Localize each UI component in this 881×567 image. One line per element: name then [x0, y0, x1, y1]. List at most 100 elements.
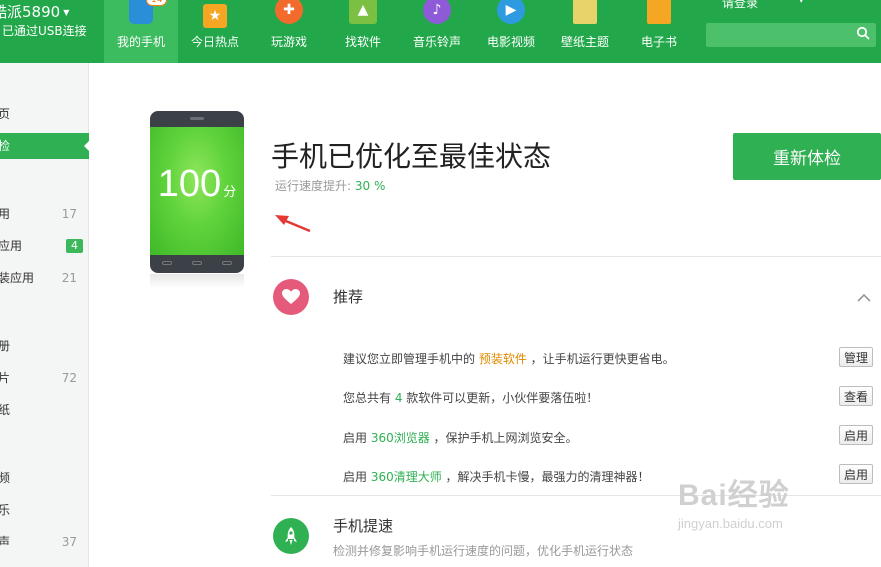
gamepad-icon: ✚ [275, 0, 303, 24]
nav-video[interactable]: ▶ 电影视频 [474, 0, 548, 63]
nav-label: 电子书 [640, 35, 677, 49]
rocket-glyph [285, 527, 297, 545]
heart-icon [273, 279, 309, 315]
sidebar-item-wallpapers[interactable]: 纸 [0, 397, 89, 423]
sidebar-item-update-apps[interactable]: 应用 4 [0, 233, 89, 259]
search-icon[interactable] [856, 26, 870, 40]
recommend-row: 建议您立即管理手机中的 预装软件 ，让手机运行更快更省电。 [343, 350, 675, 367]
music-icon: ♪ [423, 0, 451, 24]
sidebar-item-label: 册 [0, 339, 11, 353]
notification-badge: 14 [146, 0, 168, 6]
browser-link[interactable]: 360浏览器 [371, 431, 430, 445]
row-text: ，让手机运行更快更省电。 [526, 352, 675, 366]
view-button[interactable]: 查看 [839, 386, 873, 406]
sidebar-item-label: 频 [0, 471, 11, 485]
speedup-title: 手机提速 [333, 517, 394, 535]
enable-browser-button[interactable]: 启用 [839, 425, 873, 445]
phone-score-graphic: 100 分 [150, 111, 244, 273]
login-link[interactable]: 请登录 [722, 0, 758, 11]
chevron-up-icon[interactable] [857, 293, 871, 303]
home-key-icon [192, 261, 202, 265]
menu-icon[interactable]: ▾ [798, 0, 817, 7]
phone-screen: 100 分 [150, 127, 244, 255]
cleaner-link[interactable]: 360清理大师 [371, 470, 442, 484]
recheck-button[interactable]: 重新体检 [733, 133, 881, 180]
row-text: ，解决手机卡慢，最强力的清理神器！ [441, 470, 650, 484]
nav-label: 壁纸主题 [560, 35, 609, 49]
row-text: 建议您立即管理手机中的 [343, 352, 479, 366]
star-icon: ★ [203, 4, 227, 28]
minimize-icon[interactable]: − [817, 0, 840, 7]
sidebar-item-count: 21 [61, 271, 77, 285]
device-name[interactable]: 酷派5890▼ [0, 1, 69, 22]
baidu-jingyan-watermark: Bai经验 jingyan.baidu.com [678, 470, 790, 531]
recommend-row: 您总共有 4 款软件可以更新，小伙伴要落伍啦！ [343, 389, 598, 406]
sidebar-item-label: 应用 [0, 239, 23, 253]
sidebar-item-checkup[interactable]: 检 [0, 133, 90, 159]
rocket-icon [273, 518, 309, 554]
watermark-url: jingyan.baidu.com [678, 516, 783, 531]
nav-today-hot[interactable]: ★ 今日热点 [178, 0, 252, 63]
nav-software[interactable]: ▲ 找软件 [326, 0, 400, 63]
sidebar-item-count: 72 [61, 371, 77, 385]
sidebar-item-music[interactable]: 乐 [0, 497, 89, 523]
top-navigation-bar: 酷派5890▼ 已通过USB连接 14 我的手机 ★ 今日热点 ✚ 玩游戏 ▲ … [0, 0, 881, 63]
row-text: ，保护手机上网浏览安全。 [429, 431, 578, 445]
row-text: 您总共有 [343, 391, 395, 405]
nav-label: 玩游戏 [270, 35, 307, 49]
speed-label: 运行速度提升: [275, 179, 352, 193]
sidebar: 页 检 用 17 应用 4 装应用 21 册 片 72 纸 频 乐 声 37 [0, 63, 90, 567]
nav-games[interactable]: ✚ 玩游戏 [252, 0, 326, 63]
phone-reflection [150, 274, 244, 288]
sidebar-item-label: 装应用 [0, 271, 35, 285]
phone-speaker [190, 117, 204, 120]
sidebar-item-videos[interactable]: 频 [0, 465, 89, 491]
sidebar-item-ringtones[interactable]: 声 37 [0, 529, 89, 555]
nav-wallpaper[interactable]: 壁纸主题 [548, 0, 622, 63]
sidebar-item-photos[interactable]: 片 72 [0, 365, 89, 391]
chevron-down-icon: ▼ [63, 8, 70, 17]
checkup-headline: 手机已优化至最佳状态 [271, 140, 552, 173]
sidebar-item-label: 乐 [0, 503, 11, 517]
recommend-title: 推荐 [333, 288, 364, 306]
book-icon [647, 0, 671, 24]
nav-label: 音乐铃声 [412, 35, 461, 49]
score-unit: 分 [223, 184, 237, 199]
checkup-score: 100 分 [150, 163, 244, 206]
score-value: 100 [157, 163, 222, 205]
sidebar-item-label: 页 [0, 107, 11, 121]
sidebar-item-home[interactable]: 页 [0, 101, 89, 127]
sidebar-item-count: 17 [61, 207, 77, 221]
nav-label: 电影视频 [486, 35, 535, 49]
speed-improvement: 运行速度提升: 30 % [275, 177, 385, 194]
connection-status: 已通过USB连接 [2, 24, 87, 38]
nav-label: 我的手机 [116, 35, 165, 49]
sidebar-item-contacts[interactable]: 册 [0, 333, 89, 359]
device-info[interactable]: 酷派5890▼ 已通过USB连接 [0, 0, 104, 63]
enable-cleaner-button[interactable]: 启用 [839, 464, 873, 484]
sidebar-item-apps[interactable]: 用 17 [0, 201, 89, 227]
android-icon: ▲ [349, 0, 377, 24]
recommend-row: 启用 360浏览器 ，保护手机上网浏览安全。 [343, 429, 578, 446]
sidebar-item-label: 声 [0, 535, 11, 549]
recommend-row: 启用 360清理大师 ，解决手机卡慢，最强力的清理神器！ [343, 468, 650, 485]
sidebar-item-label: 用 [0, 207, 11, 221]
heart-glyph [282, 289, 300, 304]
row-text: 启用 [343, 431, 371, 445]
speedup-description: 检测并修复影响手机运行速度的问题，优化手机运行状态 [333, 544, 634, 558]
sidebar-item-preinstalled-apps[interactable]: 装应用 21 [0, 265, 89, 291]
menu-key-icon [222, 261, 232, 265]
sidebar-item-label: 片 [0, 371, 11, 385]
nav-my-phone[interactable]: 14 我的手机 [104, 0, 178, 63]
sidebar-item-label: 纸 [0, 403, 11, 417]
search-box[interactable] [706, 23, 876, 47]
manage-button[interactable]: 管理 [839, 347, 873, 367]
nav-label: 找软件 [344, 35, 381, 49]
sidebar-item-label: 检 [0, 139, 11, 153]
row-text: 启用 [343, 470, 371, 484]
play-icon: ▶ [497, 0, 525, 24]
preinstalled-apps-link[interactable]: 预装软件 [479, 352, 527, 366]
nav-music[interactable]: ♪ 音乐铃声 [400, 0, 474, 63]
red-arrow-annotation [275, 215, 311, 233]
nav-ebook[interactable]: 电子书 [622, 0, 696, 63]
